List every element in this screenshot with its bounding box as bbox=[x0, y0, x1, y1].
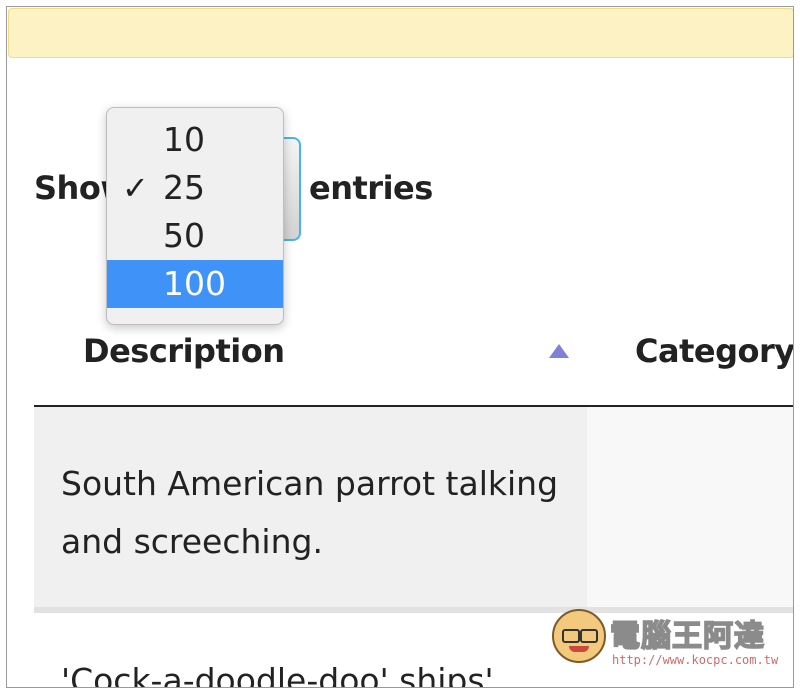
entries-dropdown-menu: 10 ✓ 25 50 100 bbox=[106, 107, 284, 325]
sort-ascending-icon[interactable] bbox=[549, 344, 569, 358]
option-100[interactable]: 100 bbox=[107, 260, 283, 308]
category-cell bbox=[587, 407, 793, 607]
description-text: South American parrot talking and screec… bbox=[61, 464, 559, 561]
watermark-url: http://www.kocpc.com.tw bbox=[612, 653, 779, 667]
table-header-row: Description Category bbox=[34, 312, 793, 406]
option-10[interactable]: 10 bbox=[107, 116, 283, 164]
description-text: 'Cock-a-doodle-doo' ships' bbox=[61, 661, 494, 688]
description-cell: South American parrot talking and screec… bbox=[34, 407, 587, 607]
column-header-category[interactable]: Category bbox=[635, 332, 793, 370]
mascot-face-icon bbox=[552, 609, 606, 663]
notice-bar bbox=[8, 8, 793, 58]
length-label-suffix: entries bbox=[309, 169, 433, 207]
option-50[interactable]: 50 bbox=[107, 212, 283, 260]
option-25[interactable]: ✓ 25 bbox=[107, 164, 283, 212]
page-frame: Show entries 10 ✓ 25 50 100 Description … bbox=[6, 6, 794, 688]
column-header-description[interactable]: Description bbox=[83, 332, 285, 370]
watermark-title: 電腦王阿達 bbox=[609, 618, 765, 655]
watermark: 電腦王阿達 http://www.kocpc.com.tw bbox=[552, 605, 792, 675]
checkmark-icon: ✓ bbox=[122, 169, 149, 207]
table-row: South American parrot talking and screec… bbox=[34, 407, 793, 607]
